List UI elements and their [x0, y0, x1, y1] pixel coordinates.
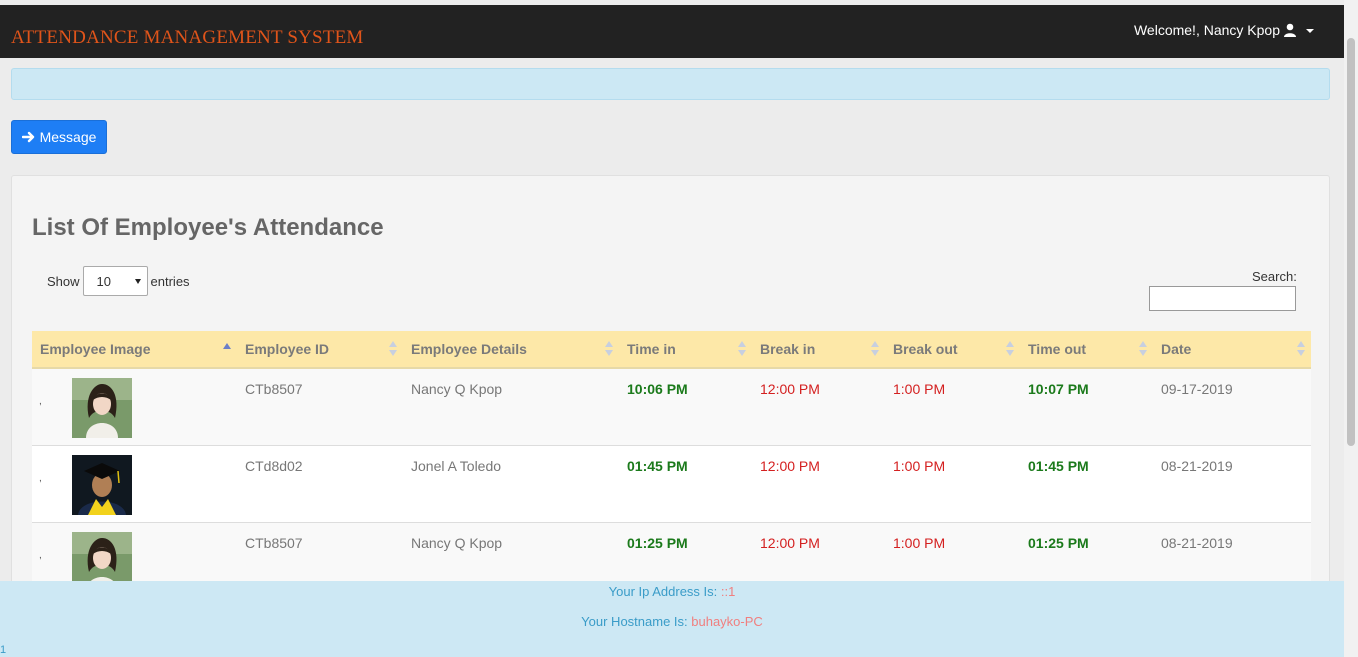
- attendance-date: 08-21-2019: [1161, 458, 1233, 474]
- employee-photo-female: [72, 378, 132, 438]
- info-alert: [11, 68, 1330, 100]
- message-button-label: Message: [39, 129, 97, 145]
- welcome-text: Welcome!, Nancy Kpop: [1133, 22, 1280, 38]
- employee-image-cell: ,: [32, 446, 237, 522]
- time-in: 01:45 PM: [627, 458, 688, 474]
- employee-details: Nancy Q Kpop: [411, 381, 503, 397]
- page-title: List Of Employee's Attendance: [32, 214, 384, 241]
- show-label: Show: [47, 273, 80, 289]
- sort-icon: [1297, 341, 1305, 359]
- table-row: , CTd8d02 Jonel A Toledo 01:45 PM 12:00 …: [32, 446, 1311, 523]
- sort-icon: [871, 341, 879, 359]
- column-header-break-in[interactable]: Break in: [752, 331, 885, 367]
- sort-asc-icon: [223, 341, 231, 359]
- page-footer: Your Ip Address Is: ::1 Your Hostname Is…: [0, 581, 1344, 657]
- employee-image-cell: ,: [32, 369, 237, 445]
- attendance-panel: List Of Employee's Attendance Show 10 en…: [11, 175, 1330, 600]
- row-marker: ,: [39, 396, 42, 407]
- arrow-right-icon: [21, 131, 34, 143]
- hostname-line: Your Hostname Is: buhayko-PC: [0, 614, 1344, 629]
- entries-select-value: 10: [96, 273, 111, 289]
- sort-icon: [389, 341, 397, 359]
- employee-details: Jonel A Toledo: [411, 458, 502, 474]
- column-header-time-in[interactable]: Time in: [619, 331, 752, 367]
- sort-icon: [1139, 341, 1147, 359]
- chevron-down-icon: [1306, 29, 1314, 33]
- user-menu[interactable]: Welcome!, Nancy Kpop: [1134, 22, 1314, 38]
- scrollbar-thumb[interactable]: [1347, 38, 1355, 446]
- break-out: 1:00 PM: [893, 381, 946, 397]
- ip-address-line: Your Ip Address Is: ::1: [0, 584, 1344, 599]
- column-header-employee-id[interactable]: Employee ID: [237, 331, 403, 367]
- message-button[interactable]: Message: [11, 120, 107, 154]
- footer-counter: 1: [0, 644, 7, 656]
- hostname-label: Your Hostname Is:: [581, 614, 688, 629]
- table-header: Employee Image Employee ID Employee Deta…: [32, 331, 1311, 369]
- column-header-date[interactable]: Date: [1153, 331, 1311, 367]
- user-icon: [1284, 23, 1296, 37]
- column-header-break-out[interactable]: Break out: [885, 331, 1020, 367]
- search-input[interactable]: [1149, 286, 1296, 311]
- entries-length-control: Show 10 entries: [47, 266, 190, 296]
- entries-label: entries: [150, 273, 190, 289]
- sort-icon: [1006, 341, 1014, 359]
- column-header-employee-image[interactable]: Employee Image: [32, 331, 237, 367]
- ip-value: ::1: [720, 584, 736, 599]
- row-marker: ,: [39, 550, 42, 561]
- app-brand[interactable]: ATTENDANCE MANAGEMENT SYSTEM: [11, 27, 364, 49]
- break-in: 12:00 PM: [760, 381, 820, 397]
- employee-id: CTb8507: [245, 381, 303, 397]
- sort-icon: [738, 341, 746, 359]
- table-row: , CTb8507 Nancy Q Kpop 10:06 PM 12:00 PM…: [32, 369, 1311, 446]
- top-navbar: ATTENDANCE MANAGEMENT SYSTEM Welcome!, N…: [0, 5, 1344, 58]
- dropdown-arrow-icon: [134, 278, 141, 284]
- column-header-time-out[interactable]: Time out: [1020, 331, 1153, 367]
- employee-id: CTd8d02: [245, 458, 303, 474]
- time-in: 10:06 PM: [627, 381, 688, 397]
- time-out: 10:07 PM: [1028, 381, 1089, 397]
- search-label: Search:: [1252, 269, 1297, 284]
- sort-icon: [605, 341, 613, 359]
- break-in: 12:00 PM: [760, 458, 820, 474]
- attendance-date: 09-17-2019: [1161, 381, 1233, 397]
- column-header-employee-details[interactable]: Employee Details: [403, 331, 619, 367]
- entries-select[interactable]: 10: [82, 266, 148, 296]
- attendance-table: Employee Image Employee ID Employee Deta…: [32, 331, 1311, 600]
- ip-label: Your Ip Address Is:: [608, 584, 718, 599]
- row-marker: ,: [39, 473, 42, 484]
- employee-photo-graduate: [72, 455, 132, 515]
- time-out: 01:45 PM: [1028, 458, 1089, 474]
- hostname-value: buhayko-PC: [691, 614, 763, 629]
- page-scrollbar[interactable]: [1344, 0, 1358, 657]
- break-out: 1:00 PM: [893, 458, 946, 474]
